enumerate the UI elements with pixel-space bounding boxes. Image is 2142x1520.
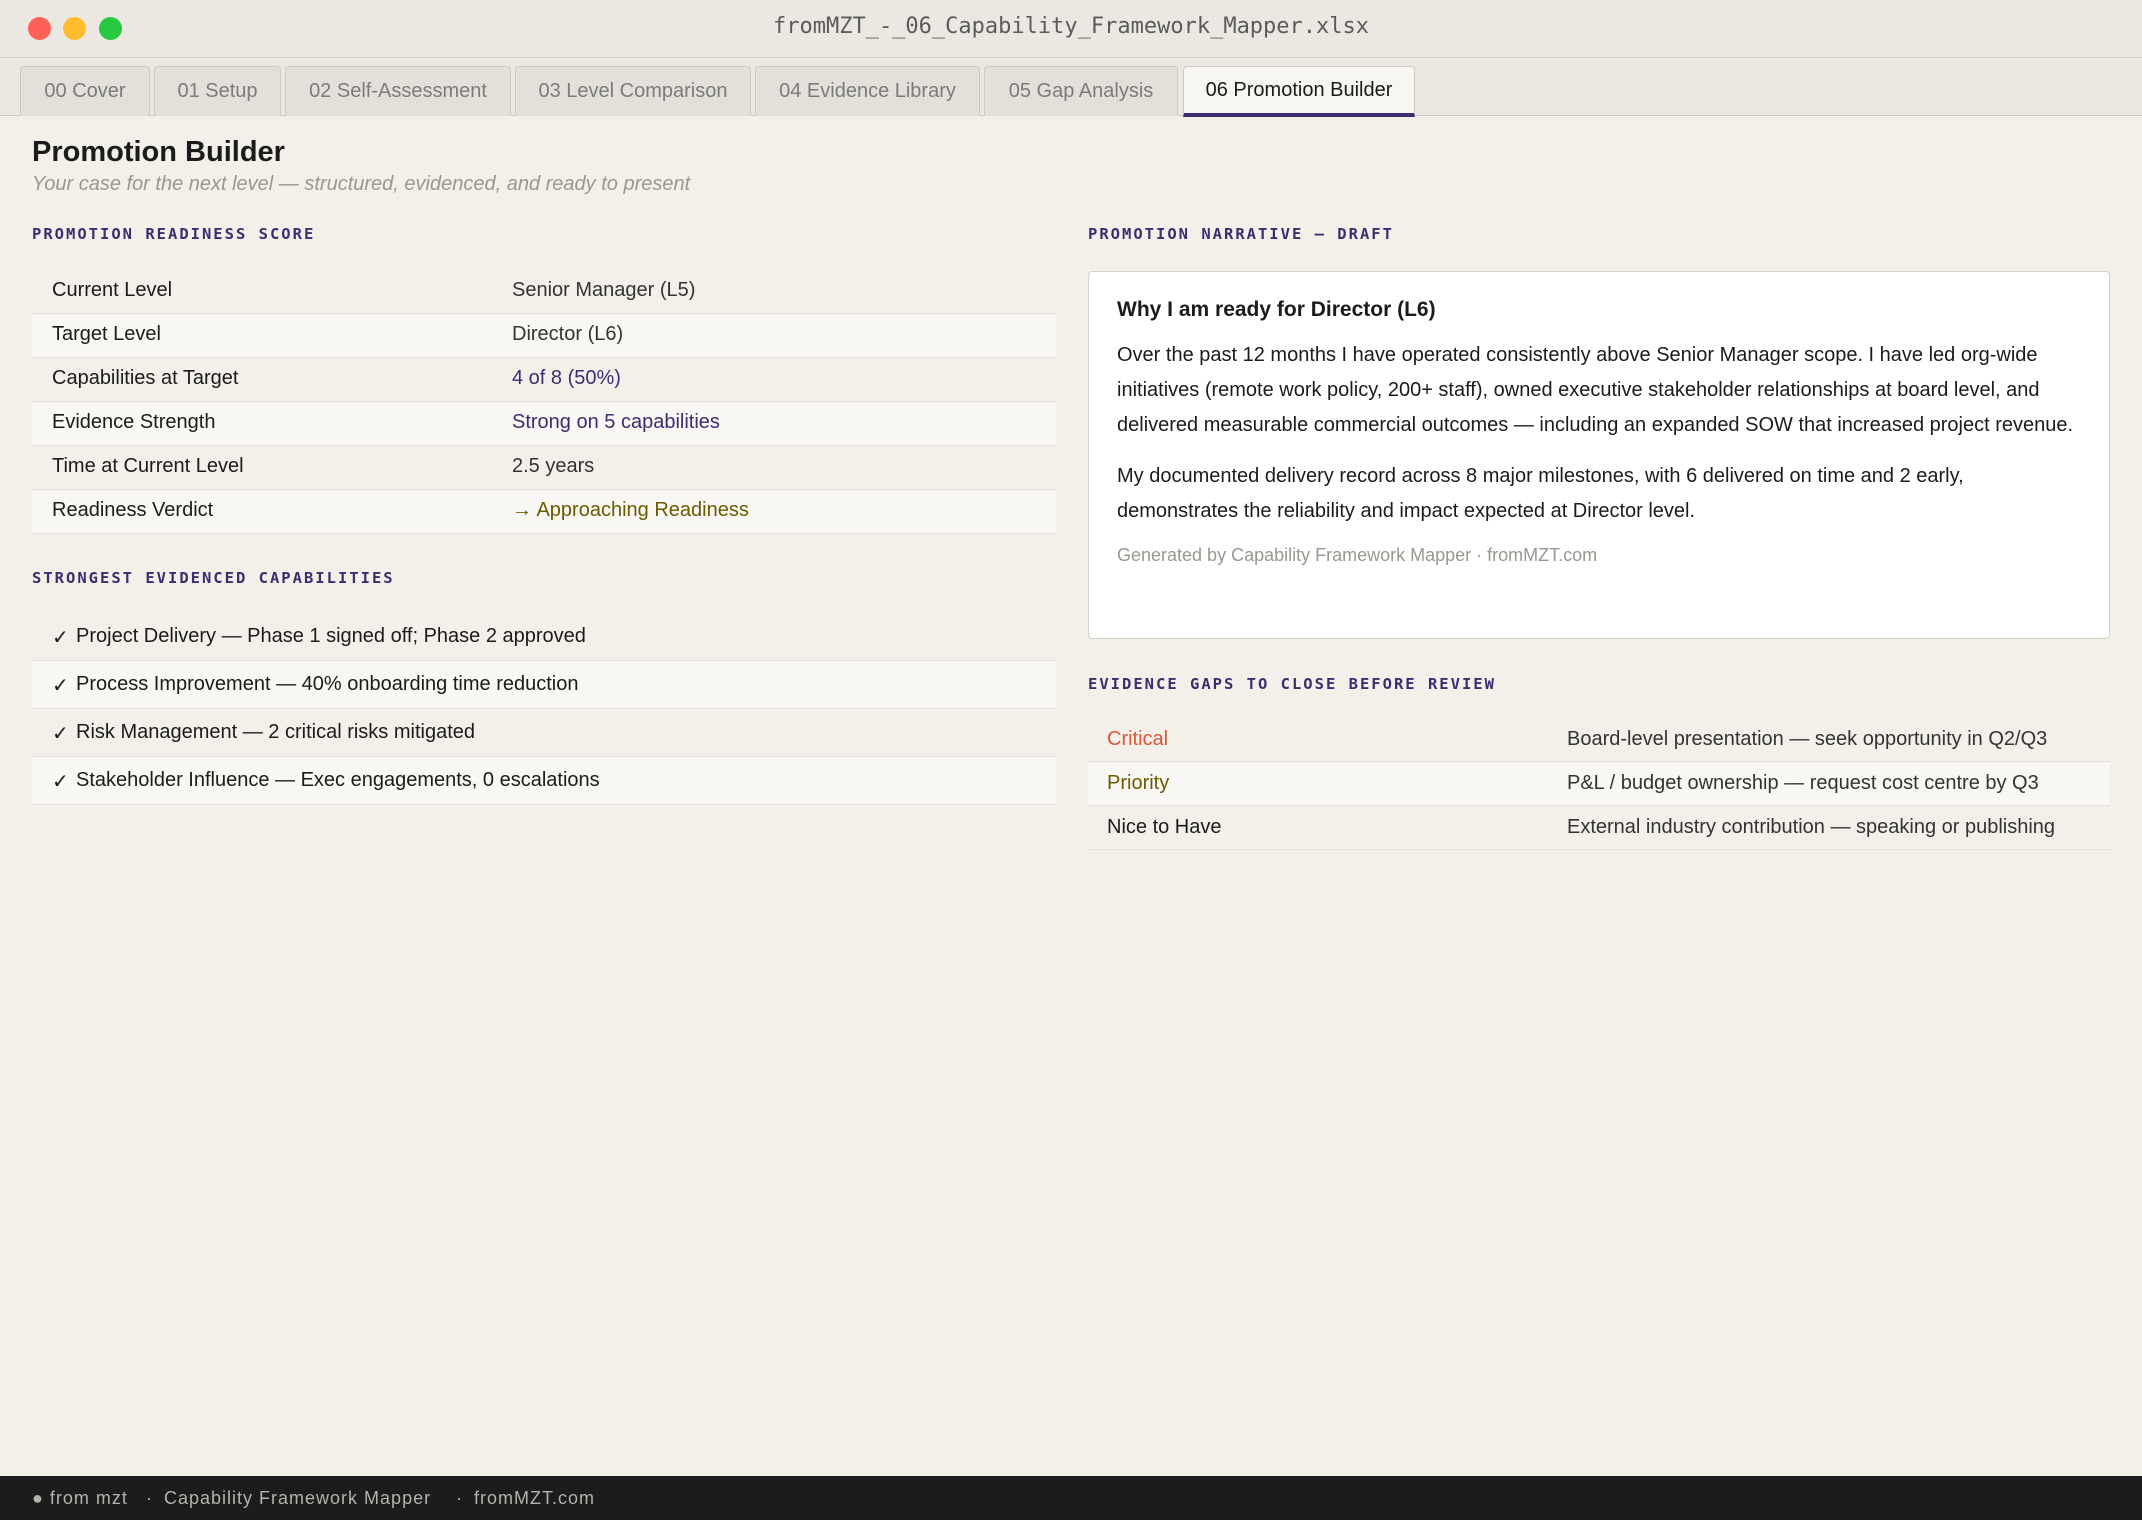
list-item-text: Project Delivery — Phase 1 signed off; P… [76, 625, 586, 647]
window-titlebar: fromMZT_-_06_Capability_Framework_Mapper… [0, 0, 2142, 58]
tab-05-gap-analysis[interactable]: 05 Gap Analysis [984, 66, 1178, 116]
readiness-table: Current Level Senior Manager (L5) Target… [32, 270, 1056, 534]
brand-label: ● from mzt [32, 1488, 128, 1508]
table-row: Capabilities at Target 4 of 8 (50%) [32, 358, 1056, 402]
row-value: Senior Manager (L5) [512, 279, 696, 301]
app-name-label: Capability Framework Mapper [164, 1488, 432, 1508]
table-row: Nice to Have External industry contribut… [1088, 806, 2110, 850]
row-key: Current Level [52, 279, 173, 301]
row-key: Target Level [52, 323, 161, 345]
row-key: Time at Current Level [52, 455, 244, 477]
strengths-list: ✓ Project Delivery — Phase 1 signed off;… [32, 613, 1056, 805]
list-item: ✓ Process Improvement — 40% onboarding t… [32, 661, 1056, 709]
list-item-text: Stakeholder Influence — Exec engagements… [76, 769, 600, 791]
page-subtitle: Your case for the next level — structure… [32, 173, 691, 195]
site-link[interactable]: fromMZT.com [474, 1488, 595, 1509]
table-row: Readiness Verdict → Approaching Readines… [32, 490, 1056, 534]
row-value: Strong on 5 capabilities [512, 411, 720, 433]
row-value: 2.5 years [512, 455, 595, 477]
gap-description: External industry contribution — speakin… [1567, 816, 2056, 838]
gap-priority: Critical [1107, 728, 1169, 750]
tab-00-cover[interactable]: 00 Cover [20, 66, 150, 116]
narrative-paragraph: My documented delivery record across 8 m… [1117, 465, 1964, 522]
gaps-section-label: EVIDENCE GAPS TO CLOSE BEFORE REVIEW [1088, 675, 1496, 693]
tab-03-level-comparison[interactable]: 03 Level Comparison [515, 66, 751, 116]
list-item: ✓ Project Delivery — Phase 1 signed off;… [32, 613, 1056, 661]
tab-02-self-assessment[interactable]: 02 Self-Assessment [285, 66, 511, 116]
narrative-card: Why I am ready for Director (L6) Over th… [1088, 271, 2110, 639]
list-item-text: Risk Management — 2 critical risks mitig… [76, 721, 476, 743]
table-row: Critical Board-level presentation — seek… [1088, 718, 2110, 762]
row-value: Director (L6) [512, 323, 624, 345]
table-row: Time at Current Level 2.5 years [32, 446, 1056, 490]
gap-priority: Nice to Have [1107, 816, 1222, 838]
readiness-section-label: PROMOTION READINESS SCORE [32, 225, 316, 243]
window-title: fromMZT_-_06_Capability_Framework_Mapper… [772, 14, 1370, 39]
gap-priority: Priority [1107, 772, 1170, 794]
tab-04-evidence-library[interactable]: 04 Evidence Library [755, 66, 980, 116]
checkmark-icon: ✓ [52, 627, 69, 649]
separator: · [456, 1488, 463, 1508]
narrative-footer: Generated by Capability Framework Mapper… [1117, 545, 1598, 565]
list-item-text: Process Improvement — 40% onboarding tim… [76, 673, 579, 695]
row-value: 4 of 8 (50%) [512, 367, 621, 389]
readiness-verdict-value: → Approaching Readiness [512, 499, 749, 521]
row-key: Readiness Verdict [52, 499, 214, 521]
list-item: ✓ Stakeholder Influence — Exec engagemen… [32, 757, 1056, 805]
narrative-heading: Why I am ready for Director (L6) [1117, 298, 1436, 321]
page-title: Promotion Builder [32, 136, 285, 168]
table-row: Priority P&L / budget ownership — reques… [1088, 762, 2110, 806]
checkmark-icon: ✓ [52, 771, 69, 793]
gaps-table: Critical Board-level presentation — seek… [1088, 718, 2110, 850]
strengths-section-label: STRONGEST EVIDENCED CAPABILITIES [32, 569, 395, 587]
gap-description: Board-level presentation — seek opportun… [1567, 728, 2048, 750]
table-row: Target Level Director (L6) [32, 314, 1056, 358]
narrative-section-label: PROMOTION NARRATIVE — DRAFT [1088, 225, 1394, 243]
row-key: Capabilities at Target [52, 367, 239, 389]
tab-06-promotion-builder[interactable]: 06 Promotion Builder [1183, 66, 1415, 117]
list-item: ✓ Risk Management — 2 critical risks mit… [32, 709, 1056, 757]
table-row: Current Level Senior Manager (L5) [32, 270, 1056, 314]
gap-description: P&L / budget ownership — request cost ce… [1567, 772, 2039, 794]
narrative-paragraph: Over the past 12 months I have operated … [1117, 344, 2074, 436]
tab-01-setup[interactable]: 01 Setup [154, 66, 281, 116]
sheet-tab-bar: 00 Cover 01 Setup 02 Self-Assessment 03 … [0, 58, 2142, 117]
table-row: Evidence Strength Strong on 5 capabiliti… [32, 402, 1056, 446]
row-key: Evidence Strength [52, 411, 216, 433]
separator: · [146, 1488, 153, 1508]
status-bar: ● from mzt · Capability Framework Mapper… [0, 1476, 2142, 1520]
checkmark-icon: ✓ [52, 723, 69, 745]
checkmark-icon: ✓ [52, 675, 69, 697]
